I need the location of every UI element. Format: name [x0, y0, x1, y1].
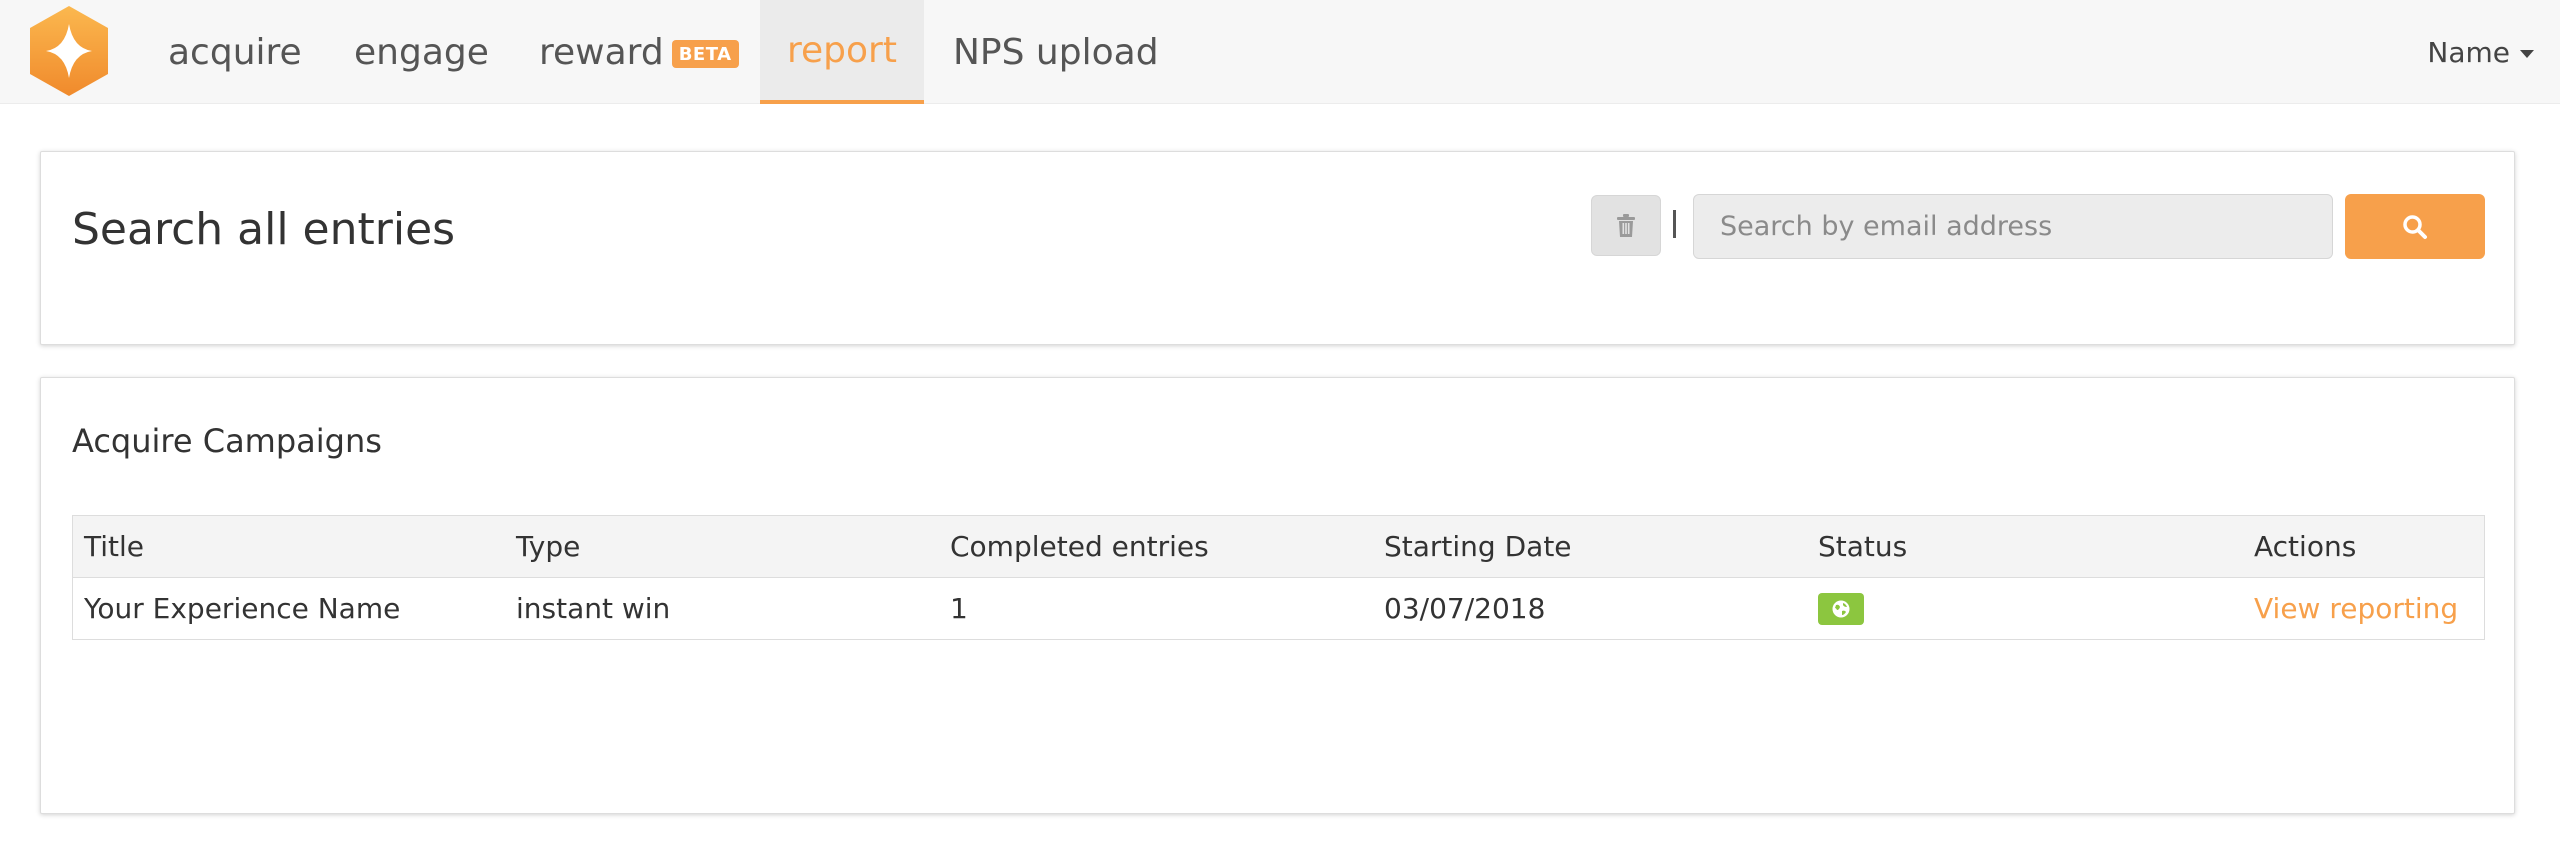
user-name: Name: [2427, 35, 2510, 69]
user-menu[interactable]: Name: [2427, 0, 2534, 104]
nav-acquire-label: acquire: [168, 31, 302, 73]
email-search-input[interactable]: [1693, 194, 2333, 259]
search-title: Search all entries: [72, 204, 456, 255]
column-header-actions: Actions: [2254, 530, 2357, 563]
nav-reward-label: reward: [539, 31, 664, 73]
clear-search-button[interactable]: [1591, 195, 1661, 256]
brand-logo[interactable]: [26, 4, 112, 98]
campaigns-table: Title Type Completed entries Starting Da…: [72, 515, 2485, 640]
nav-nps-upload-label: NPS upload: [953, 31, 1159, 73]
separator: [1673, 210, 1676, 238]
search-button[interactable]: [2345, 194, 2485, 259]
trash-icon: [1617, 213, 1635, 237]
table-row: Your Experience Name instant win 1 03/07…: [73, 578, 2484, 639]
search-icon: [2403, 214, 2427, 239]
status-badge: [1818, 592, 1864, 625]
globe-icon: [1832, 600, 1850, 617]
nav-acquire[interactable]: acquire: [168, 0, 302, 104]
nav-reward[interactable]: reward BETA: [539, 0, 739, 104]
column-header-start-date: Starting Date: [1384, 530, 1572, 563]
cell-completed: 1: [950, 592, 968, 625]
table-header: Title Type Completed entries Starting Da…: [73, 516, 2484, 578]
nav-report[interactable]: report: [760, 0, 924, 104]
caret-down-icon: [2520, 50, 2534, 58]
nav-nps-upload[interactable]: NPS upload: [953, 0, 1159, 104]
cell-type: instant win: [516, 592, 671, 625]
top-navbar: acquire engage reward BETA report NPS up…: [0, 0, 2560, 104]
cell-start-date: 03/07/2018: [1384, 592, 1546, 625]
cell-title: Your Experience Name: [84, 592, 401, 625]
nav-engage[interactable]: engage: [354, 0, 489, 104]
view-reporting-link[interactable]: View reporting: [2254, 592, 2458, 625]
campaigns-title: Acquire Campaigns: [72, 422, 382, 460]
campaigns-panel: Acquire Campaigns Title Type Completed e…: [40, 377, 2515, 814]
nav-engage-label: engage: [354, 31, 489, 73]
cell-actions: View reporting: [2243, 578, 2484, 639]
column-header-completed: Completed entries: [950, 530, 1209, 563]
nav-report-label: report: [787, 29, 897, 71]
column-header-title: Title: [84, 530, 145, 563]
cell-status: [1807, 578, 2243, 639]
column-header-type: Type: [516, 530, 581, 563]
column-header-status: Status: [1818, 530, 1908, 563]
search-panel: Search all entries: [40, 151, 2515, 345]
beta-badge: BETA: [671, 40, 739, 68]
